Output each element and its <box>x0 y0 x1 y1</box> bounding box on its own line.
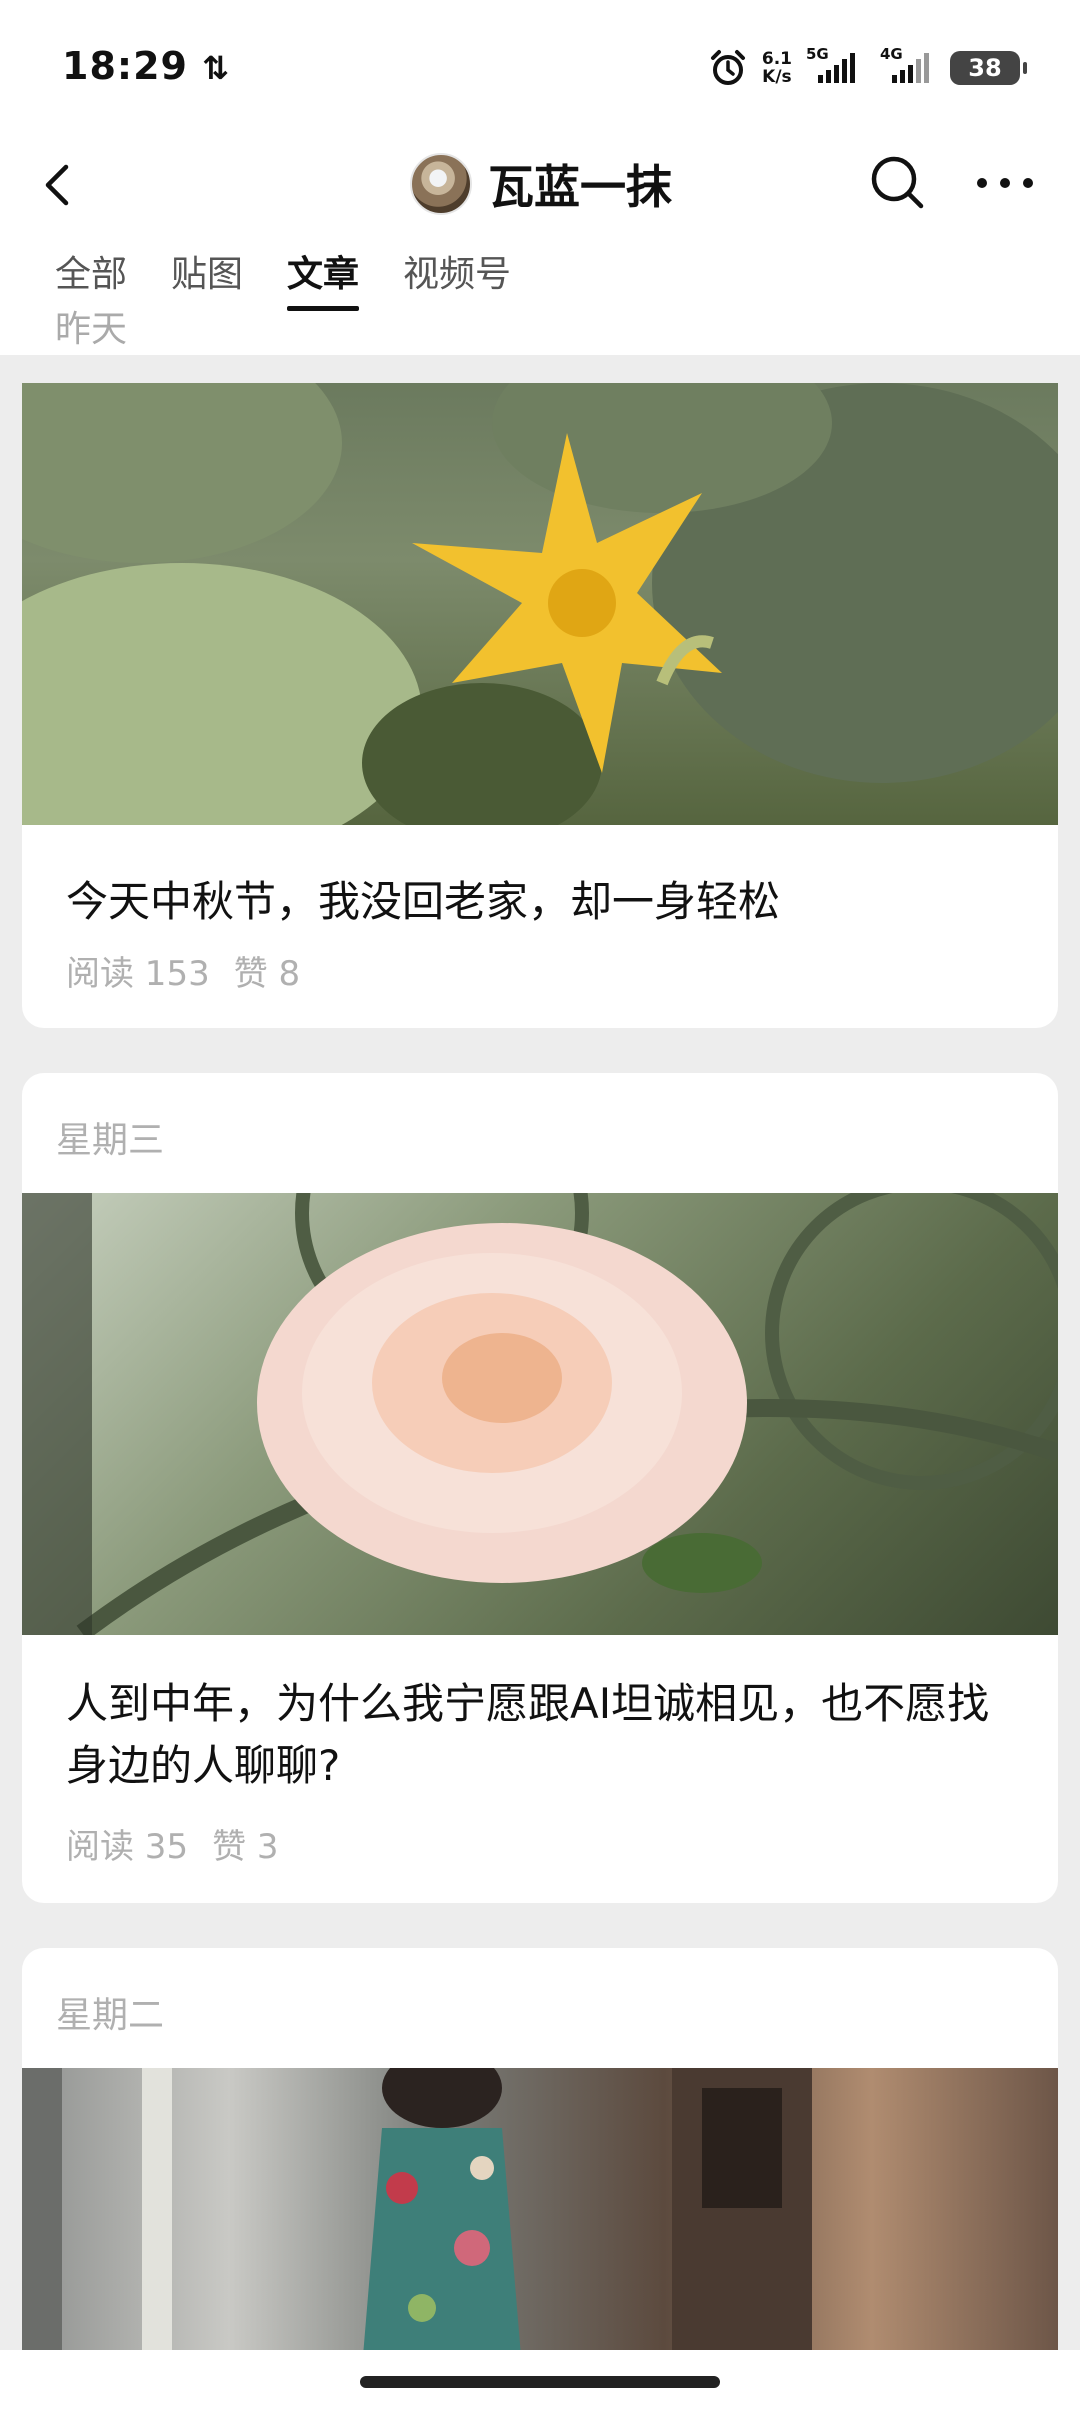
status-time: 18:29 ⇅ <box>62 44 230 88</box>
page-title: 瓦蓝一抹 <box>488 160 672 214</box>
network-speed-unit: K/s <box>762 67 792 87</box>
read-count: 阅读 35 <box>66 1827 189 1867</box>
article-feed[interactable]: 今天中秋节，我没回老家，却一身轻松 阅读 153 赞 8 星期三 人到中年，为什… <box>0 355 1080 2350</box>
back-button[interactable] <box>30 155 90 215</box>
home-indicator[interactable] <box>360 2376 720 2388</box>
article-date: 星期二 <box>56 1995 165 2036</box>
article-cover-image <box>22 1193 1058 1635</box>
section-date: 昨天 <box>55 309 128 350</box>
search-button[interactable] <box>865 150 931 216</box>
avatar <box>410 153 472 215</box>
article-cover-image <box>22 383 1058 825</box>
rose-image <box>22 1193 1058 1635</box>
network-speed-value: 6.1 <box>761 49 792 69</box>
status-icons: 6.1 K/s 5G 4G 38 <box>708 44 1027 92</box>
article-title[interactable]: 人到中年，为什么我宁愿跟AI坦诚相见，也不愿找身边的人聊聊? <box>66 1673 998 1797</box>
article-date: 星期三 <box>56 1120 165 1161</box>
chevron-left-icon <box>45 164 69 206</box>
tab-channels[interactable]: 视频号 <box>403 245 511 311</box>
clock-time: 18:29 <box>62 44 188 88</box>
status-bar: 18:29 ⇅ 6.1 K/s 5G 4G 38 <box>0 0 1080 135</box>
signal-4g-icon: 4G <box>880 45 936 83</box>
signal-5g-icon: 5G <box>806 45 866 83</box>
signal-4g-tag: 4G <box>880 45 903 63</box>
data-activity-icon: ⇅ <box>202 49 231 87</box>
network-speed: 6.1 K/s <box>762 50 792 86</box>
search-icon <box>871 156 924 209</box>
gesture-bar <box>0 2350 1080 2415</box>
read-count: 阅读 153 <box>66 954 210 994</box>
article-card[interactable]: 星期三 人到中年，为什么我宁愿跟AI坦诚相见，也不愿找身边的人聊聊? 阅读 35… <box>22 1073 1058 1903</box>
like-count: 赞 8 <box>233 954 301 994</box>
article-stats: 阅读 153 赞 8 <box>66 946 300 995</box>
battery-level: 38 <box>968 54 1002 82</box>
like-count: 赞 3 <box>212 1827 279 1867</box>
woman-image <box>22 2068 812 2350</box>
article-cover-image <box>22 2068 1058 2350</box>
article-card[interactable]: 星期二 <box>22 1948 1058 2350</box>
more-button[interactable] <box>970 150 1040 216</box>
article-stats: 阅读 35 赞 3 <box>66 1819 279 1868</box>
battery-icon: 38 <box>950 51 1027 85</box>
header: 瓦蓝一抹 <box>0 135 1080 235</box>
article-title[interactable]: 今天中秋节，我没回老家，却一身轻松 <box>66 871 998 933</box>
more-horizontal-icon <box>977 178 1033 188</box>
flower-image <box>22 383 1058 825</box>
alarm-icon <box>710 50 745 85</box>
tab-posts[interactable]: 贴图 <box>171 245 243 311</box>
tab-articles[interactable]: 文章 <box>287 245 360 311</box>
signal-5g-tag: 5G <box>806 45 829 63</box>
article-card[interactable]: 今天中秋节，我没回老家，却一身轻松 阅读 153 赞 8 <box>22 383 1058 1028</box>
account-title[interactable]: 瓦蓝一抹 <box>410 149 672 219</box>
